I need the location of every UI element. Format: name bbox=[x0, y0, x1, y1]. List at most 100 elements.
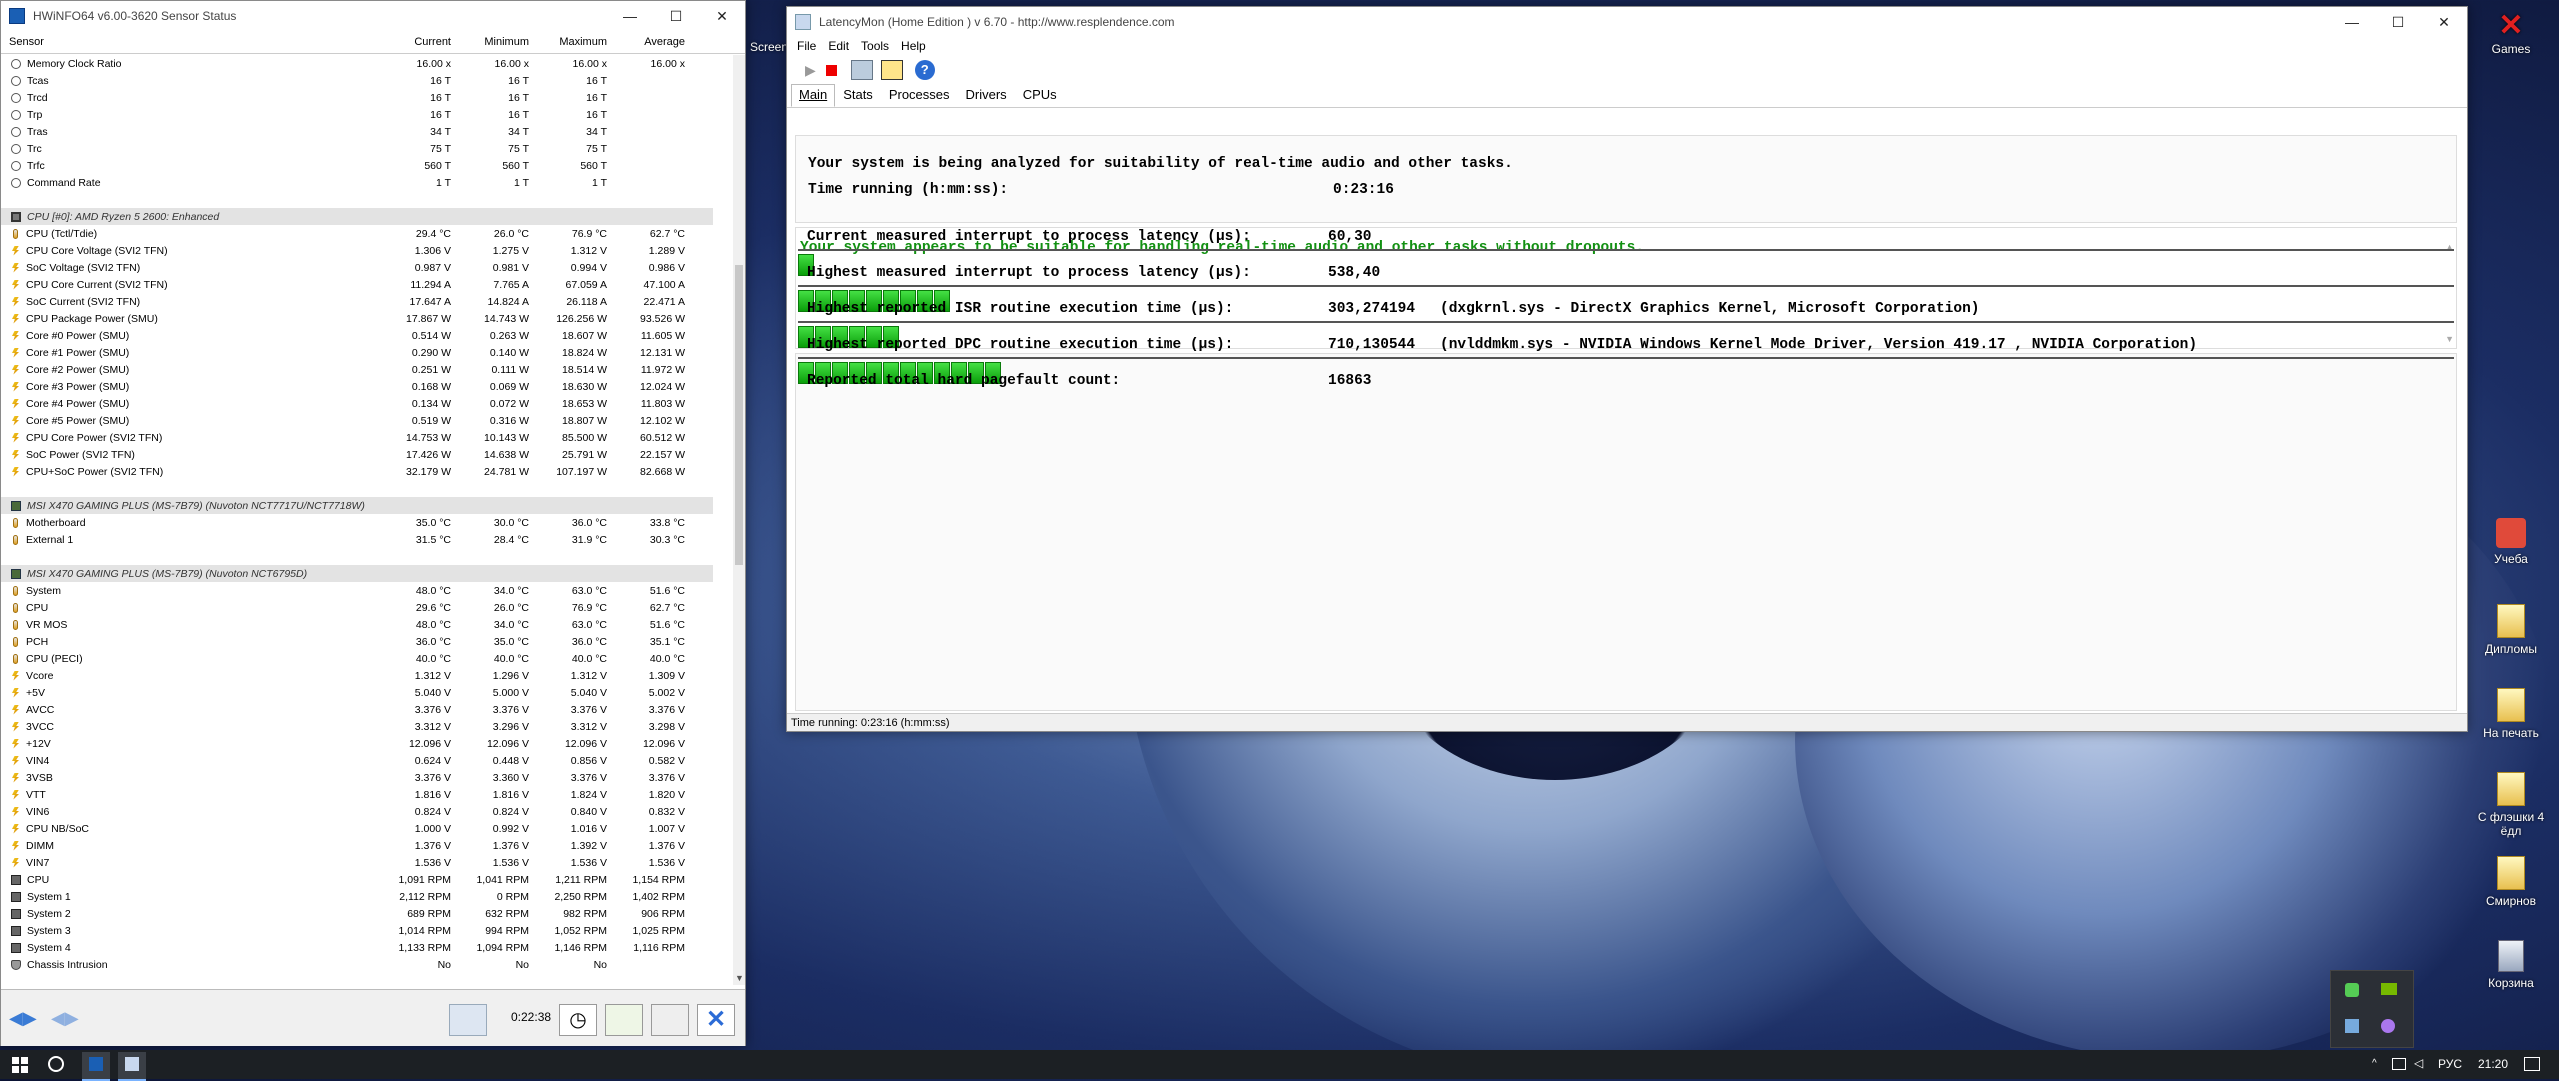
clock[interactable]: 21:20 bbox=[2478, 1057, 2508, 1071]
scrollbar-thumb[interactable] bbox=[735, 265, 743, 565]
hwinfo-titlebar[interactable]: HWiNFO64 v6.00-3620 Sensor Status — ☐ ✕ bbox=[1, 1, 745, 31]
column-header-average[interactable]: Average bbox=[613, 36, 691, 48]
sensor-name: MSI X470 GAMING PLUS (MS-7B79) (Nuvoton … bbox=[27, 567, 308, 580]
sensor-row[interactable]: System 1 2,112 RPM 0 RPM 2,250 RPM 1,402 RPM bbox=[1, 888, 733, 905]
column-header-sensor[interactable]: Sensor bbox=[1, 36, 379, 48]
sensor-row[interactable]: SoC Current (SVI2 TFN) 17.647 A 14.824 A 26… bbox=[1, 293, 733, 310]
sensor-row[interactable]: CPU NB/SoC 1.000 V 0.992 V 1.016 V 1.007 V bbox=[1, 820, 733, 837]
sensor-row[interactable]: CPU (PECI) 40.0 °C 40.0 °C 40.0 °C 40.0 °C bbox=[1, 650, 733, 667]
sensor-row[interactable]: AVCC 3.376 V 3.376 V 3.376 V 3.376 V bbox=[1, 701, 733, 718]
sensor-row[interactable]: Tras 34 T 34 T 34 T bbox=[1, 123, 733, 140]
desktop-icon-korzina[interactable]: Корзина bbox=[2466, 940, 2556, 990]
sensor-name: Command Rate bbox=[27, 176, 101, 189]
sensor-row[interactable]: System 4 1,133 RPM 1,094 RPM 1,146 RPM 1,116… bbox=[1, 939, 733, 956]
sensor-group-header[interactable]: MSI X470 GAMING PLUS (MS-7B79) (Nuvoton … bbox=[1, 497, 713, 514]
maximize-button[interactable]: ☐ bbox=[653, 1, 699, 31]
lightning-icon bbox=[12, 449, 19, 460]
sensor-row[interactable]: CPU Core Power (SVI2 TFN) 14.753 W 10.143 … bbox=[1, 429, 733, 446]
sensor-row[interactable]: Core #5 Power (SMU) 0.519 W 0.316 W 18.807 … bbox=[1, 412, 733, 429]
scroll-down-icon[interactable]: ▼ bbox=[735, 973, 744, 983]
search-icon[interactable] bbox=[48, 1056, 64, 1072]
sensor-value-min: 14.638 W bbox=[484, 448, 529, 461]
sensor-row[interactable]: Trcd 16 T 16 T 16 T bbox=[1, 89, 733, 106]
sensor-row[interactable]: System 48.0 °C 34.0 °C 63.0 °C 51.6 °C bbox=[1, 582, 733, 599]
column-header-current[interactable]: Current bbox=[379, 36, 457, 48]
settings-icon[interactable] bbox=[651, 1004, 689, 1036]
desktop-icon-ucheba[interactable]: Учеба bbox=[2466, 518, 2556, 566]
sensor-row[interactable]: Memory Clock Ratio 16.00 x 16.00 x 16.00 x 1… bbox=[1, 55, 733, 72]
sensor-row[interactable]: Core #1 Power (SMU) 0.290 W 0.140 W 18.824 … bbox=[1, 344, 733, 361]
sensor-row[interactable]: Command Rate 1 T 1 T 1 T bbox=[1, 174, 733, 191]
desktop-icon-diplomy[interactable]: Дипломы bbox=[2466, 604, 2556, 656]
minimize-button[interactable]: — bbox=[607, 1, 653, 31]
volume-icon[interactable]: ◁ bbox=[2414, 1056, 2423, 1070]
windows-start-icon[interactable] bbox=[12, 1057, 28, 1073]
sensor-row[interactable]: SoC Voltage (SVI2 TFN) 0.987 V 0.981 V 0.99… bbox=[1, 259, 733, 276]
desktop-icon-s-fleshki[interactable]: С флэшки 4 ёдл bbox=[2466, 772, 2556, 838]
sensor-row[interactable]: System 3 1,014 RPM 994 RPM 1,052 RPM 1,025 R… bbox=[1, 922, 733, 939]
sensor-row[interactable]: Trp 16 T 16 T 16 T bbox=[1, 106, 733, 123]
sensor-row[interactable]: +5V 5.040 V 5.000 V 5.040 V 5.002 V bbox=[1, 684, 733, 701]
nvidia-icon[interactable] bbox=[2381, 983, 2397, 995]
tray-expand-icon[interactable]: ^ bbox=[2372, 1058, 2377, 1069]
network-tray-icon[interactable] bbox=[2392, 1058, 2406, 1070]
sensor-row[interactable]: Tcas 16 T 16 T 16 T bbox=[1, 72, 733, 89]
sensor-row[interactable]: CPU Core Current (SVI2 TFN) 11.294 A 7.765… bbox=[1, 276, 733, 293]
column-header-minimum[interactable]: Minimum bbox=[457, 36, 535, 48]
close-button[interactable]: ✕ bbox=[699, 1, 745, 31]
column-header-maximum[interactable]: Maximum bbox=[535, 36, 613, 48]
sensor-row[interactable]: +12V 12.096 V 12.096 V 12.096 V 12.096 V bbox=[1, 735, 733, 752]
sensor-value-cur: 3.312 V bbox=[414, 720, 451, 733]
sensor-row[interactable]: 3VSB 3.376 V 3.360 V 3.376 V 3.376 V bbox=[1, 769, 733, 786]
desktop-icon-na-pechat[interactable]: На печать bbox=[2466, 688, 2556, 740]
desktop-icon-games[interactable]: ✕ Games bbox=[2466, 10, 2556, 57]
sensor-row[interactable]: VR MOS 48.0 °C 34.0 °C 63.0 °C 51.6 °C bbox=[1, 616, 733, 633]
language-indicator[interactable]: РУС bbox=[2438, 1057, 2462, 1071]
sensor-row[interactable]: CPU (Tctl/Tdie) 29.4 °C 26.0 °C 76.9 °C 62.7… bbox=[1, 225, 733, 242]
sensor-row[interactable]: System 2 689 RPM 632 RPM 982 RPM 906 RPM bbox=[1, 905, 733, 922]
sensor-row[interactable]: Trfc 560 T 560 T 560 T bbox=[1, 157, 733, 174]
desktop-icon-smirnov[interactable]: Смирнов bbox=[2466, 856, 2556, 908]
report-icon[interactable] bbox=[605, 1004, 643, 1036]
sensor-row[interactable]: Chassis Intrusion No No No bbox=[1, 956, 733, 973]
network-icon[interactable] bbox=[449, 1004, 487, 1036]
nav-arrows-right-icon[interactable]: ◀▶ bbox=[51, 1008, 79, 1029]
notifications-icon[interactable] bbox=[2524, 1057, 2540, 1071]
vertical-scrollbar[interactable]: ▼ bbox=[733, 55, 745, 985]
sensor-row[interactable]: Core #2 Power (SMU) 0.251 W 0.111 W 18.514 … bbox=[1, 361, 733, 378]
sensor-group-header[interactable]: MSI X470 GAMING PLUS (MS-7B79) (Nuvoton … bbox=[1, 565, 713, 582]
nav-arrows-left-icon[interactable]: ◀▶ bbox=[9, 1008, 37, 1029]
sensor-row[interactable]: 3VCC 3.312 V 3.296 V 3.312 V 3.298 V bbox=[1, 718, 733, 735]
sensor-value-min: 34 T bbox=[508, 125, 529, 138]
sensor-row[interactable]: CPU Package Power (SMU) 17.867 W 14.743 W 1… bbox=[1, 310, 733, 327]
sensor-group-header[interactable]: CPU [#0]: AMD Ryzen 5 2600: Enhanced bbox=[1, 208, 713, 225]
clock-icon[interactable]: ◷ bbox=[559, 1004, 597, 1036]
sensor-row[interactable]: Core #3 Power (SMU) 0.168 W 0.069 W 18.630 … bbox=[1, 378, 733, 395]
sensor-row[interactable]: CPU+SoC Power (SVI2 TFN) 32.179 W 24.781 W… bbox=[1, 463, 733, 480]
sensor-row[interactable]: DIMM 1.376 V 1.376 V 1.392 V 1.376 V bbox=[1, 837, 733, 854]
sensor-row[interactable]: Vcore 1.312 V 1.296 V 1.312 V 1.309 V bbox=[1, 667, 733, 684]
taskbar-item-hwinfo[interactable] bbox=[82, 1052, 110, 1081]
sensor-row[interactable]: VIN6 0.824 V 0.824 V 0.840 V 0.832 V bbox=[1, 803, 733, 820]
sensor-name-cell: Chassis Intrusion bbox=[1, 959, 379, 971]
sensor-row[interactable]: Core #0 Power (SMU) 0.514 W 0.263 W 18.607 … bbox=[1, 327, 733, 344]
sensor-row[interactable]: CPU Core Voltage (SVI2 TFN) 1.306 V 1.275 … bbox=[1, 242, 733, 259]
tray-app-icon[interactable] bbox=[2345, 1019, 2359, 1033]
taskbar-item-latencymon[interactable] bbox=[118, 1052, 146, 1081]
feather-icon[interactable] bbox=[2381, 1019, 2395, 1033]
sensor-row[interactable]: VTT 1.816 V 1.816 V 1.824 V 1.820 V bbox=[1, 786, 733, 803]
sensor-row[interactable]: PCH 36.0 °C 35.0 °C 36.0 °C 35.1 °C bbox=[1, 633, 733, 650]
sensor-row[interactable]: SoC Power (SVI2 TFN) 17.426 W 14.638 W 25.7… bbox=[1, 446, 733, 463]
sensor-row[interactable]: VIN4 0.624 V 0.448 V 0.856 V 0.582 V bbox=[1, 752, 733, 769]
sensor-row[interactable]: CPU 29.6 °C 26.0 °C 76.9 °C 62.7 °C bbox=[1, 599, 733, 616]
sensor-row[interactable]: Core #4 Power (SMU) 0.134 W 0.072 W 18.653 … bbox=[1, 395, 733, 412]
close-icon[interactable]: ✕ bbox=[697, 1004, 735, 1036]
sensor-row[interactable]: CPU 1,091 RPM 1,041 RPM 1,211 RPM 1,154 RPM bbox=[1, 871, 733, 888]
sensor-row[interactable]: VIN7 1.536 V 1.536 V 1.536 V 1.536 V bbox=[1, 854, 733, 871]
sensor-value-min: 0.072 W bbox=[489, 397, 529, 410]
sensor-row[interactable]: Motherboard 35.0 °C 30.0 °C 36.0 °C 33.8 °C bbox=[1, 514, 733, 531]
sensor-row[interactable]: Trc 75 T 75 T 75 T bbox=[1, 140, 733, 157]
sensor-row[interactable]: External 1 31.5 °C 28.4 °C 31.9 °C 30.3 °C bbox=[1, 531, 733, 548]
pagefault-value: 16863 bbox=[1328, 373, 1372, 389]
tray-app-icon[interactable] bbox=[2345, 983, 2359, 997]
